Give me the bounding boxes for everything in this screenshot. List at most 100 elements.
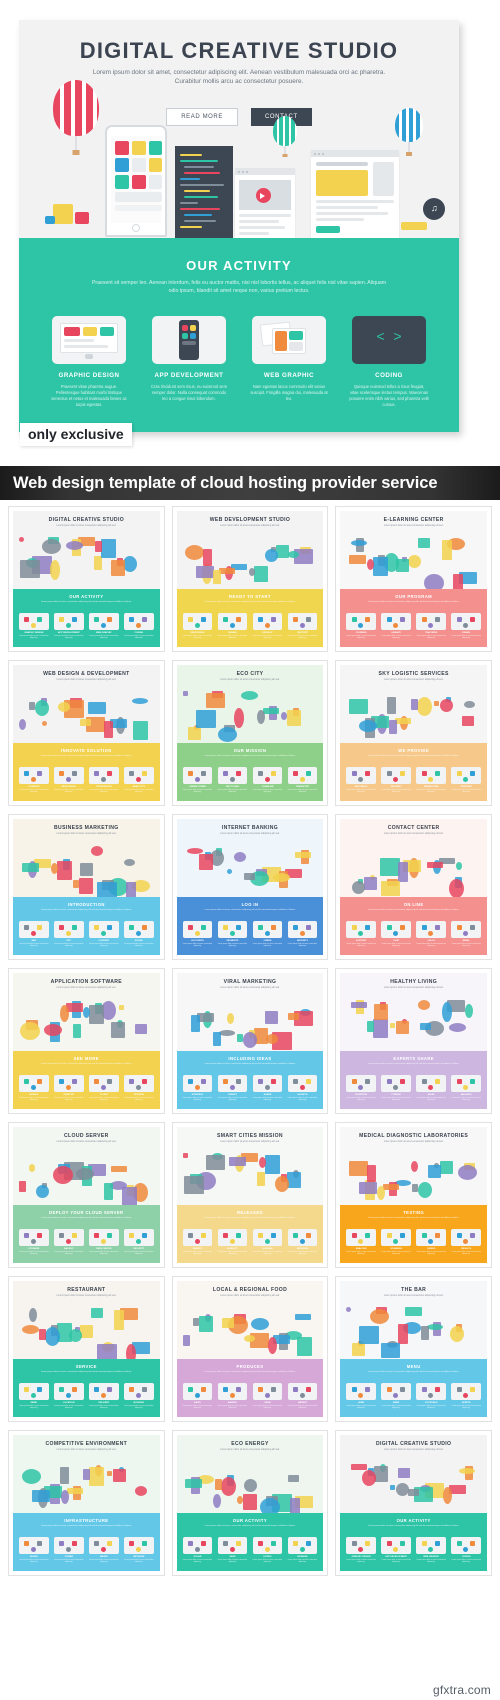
thumbnail-feature-card[interactable]: CARDIO Lorem ipsum dolor sit amet consec… bbox=[416, 1228, 446, 1256]
thumbnail-feature-card[interactable]: SOCIAL Lorem ipsum dolor sit amet consec… bbox=[124, 920, 154, 948]
thumbnail-feature-card[interactable]: FARM Lorem ipsum dolor sit amet consecte… bbox=[252, 1382, 283, 1410]
thumbnail-feature-card[interactable]: CODING Lorem ipsum dolor sit amet consec… bbox=[451, 1536, 481, 1564]
thumbnail-feature-card[interactable]: MENU Lorem ipsum dolor sit amet consecte… bbox=[19, 1382, 49, 1410]
thumbnail-feature-card[interactable]: SPIRITS Lorem ipsum dolor sit amet conse… bbox=[451, 1382, 481, 1410]
thumbnail-feature-card[interactable]: APP DEVELOPMENT Lorem ipsum dolor sit am… bbox=[381, 1536, 411, 1564]
thumbnail-feature-card[interactable]: DATA CENTER Lorem ipsum dolor sit amet c… bbox=[89, 1228, 119, 1256]
thumbnail-feature-card[interactable]: ROADS Lorem ipsum dolor sit amet consect… bbox=[19, 1536, 49, 1564]
template-thumbnail[interactable]: THE BAR Lorem ipsum dolor sit amet conse… bbox=[335, 1276, 492, 1422]
thumbnail-feature-card[interactable]: PAYMENTS Lorem ipsum dolor sit amet cons… bbox=[217, 920, 248, 948]
thumbnail-feature-card[interactable]: ANALYSIS Lorem ipsum dolor sit amet cons… bbox=[346, 1228, 376, 1256]
template-thumbnail[interactable]: ECO ENERGY Lorem ipsum dolor sit amet co… bbox=[171, 1430, 329, 1576]
template-thumbnail[interactable]: E-LEARNING CENTER Lorem ipsum dolor sit … bbox=[335, 506, 492, 652]
thumbnail-feature-card[interactable]: BEER Lorem ipsum dolor sit amet consecte… bbox=[381, 1382, 411, 1410]
thumbnail-feature-card[interactable]: EMAIL Lorem ipsum dolor sit amet consect… bbox=[451, 920, 481, 948]
thumbnail-feature-card[interactable]: DESKTOP Lorem ipsum dolor sit amet conse… bbox=[54, 1074, 84, 1102]
thumbnail-feature-card[interactable]: APP DEVELOPMENT Lorem ipsum dolor sit am… bbox=[54, 612, 84, 640]
template-thumbnail[interactable]: CLOUD SERVER Lorem ipsum dolor sit amet … bbox=[8, 1122, 165, 1268]
template-thumbnail[interactable]: DIGITAL CREATIVE STUDIO Lorem ipsum dolo… bbox=[335, 1430, 492, 1576]
template-thumbnail[interactable]: WEB DESIGN & DEVELOPMENT Lorem ipsum dol… bbox=[8, 660, 165, 806]
thumbnail-feature-card[interactable]: WIND Lorem ipsum dolor sit amet consecte… bbox=[217, 1536, 248, 1564]
read-more-button[interactable]: READ MORE bbox=[166, 108, 238, 126]
thumbnail-feature-card[interactable]: UI DESIGN Lorem ipsum dolor sit amet con… bbox=[19, 766, 49, 794]
thumbnail-feature-card[interactable]: COCKTAILS Lorem ipsum dolor sit amet con… bbox=[416, 1382, 446, 1410]
template-thumbnail[interactable]: DIGITAL CREATIVE STUDIO Lorem ipsum dolo… bbox=[8, 506, 165, 652]
thumbnail-feature-card[interactable]: SEO Lorem ipsum dolor sit amet consectet… bbox=[19, 920, 49, 948]
thumbnail-feature-card[interactable]: RESPONSIVE Lorem ipsum dolor sit amet co… bbox=[54, 766, 84, 794]
thumbnail-feature-card[interactable]: SECURITY Lorem ipsum dolor sit amet cons… bbox=[287, 920, 318, 948]
activity-item-graphic-design[interactable]: GRAPHIC DESIGN Praesent vitae pharetra a… bbox=[43, 316, 135, 408]
thumbnail-feature-card[interactable]: MOBILITY Lorem ipsum dolor sit amet cons… bbox=[217, 1228, 248, 1256]
thumbnail-feature-card[interactable]: HOUSING Lorem ipsum dolor sit amet conse… bbox=[252, 1228, 283, 1256]
thumbnail-feature-card[interactable]: ENERGY Lorem ipsum dolor sit amet consec… bbox=[182, 1228, 213, 1256]
thumbnail-feature-card[interactable]: CODING Lorem ipsum dolor sit amet consec… bbox=[124, 612, 154, 640]
template-thumbnail[interactable]: WEB DEVELOPMENT STUDIO Lorem ipsum dolor… bbox=[171, 506, 329, 652]
thumbnail-feature-card[interactable]: WAREHOUSE Lorem ipsum dolor sit amet con… bbox=[416, 766, 446, 794]
thumbnail-feature-card[interactable]: MARKET Lorem ipsum dolor sit amet consec… bbox=[287, 1382, 318, 1410]
template-thumbnail[interactable]: COMPETITIVE ENVIRONMENT Lorem ipsum dolo… bbox=[8, 1430, 165, 1576]
thumbnail-feature-card[interactable]: NUTRITION Lorem ipsum dolor sit amet con… bbox=[346, 1074, 376, 1102]
thumbnail-feature-card[interactable]: SLEEP Lorem ipsum dolor sit amet consect… bbox=[416, 1074, 446, 1102]
template-thumbnail[interactable]: VIRAL MARKETING Lorem ipsum dolor sit am… bbox=[171, 968, 329, 1114]
thumbnail-feature-card[interactable]: PPC Lorem ipsum dolor sit amet consectet… bbox=[54, 920, 84, 948]
thumbnail-feature-card[interactable]: SECURITY Lorem ipsum dolor sit amet cons… bbox=[124, 1228, 154, 1256]
template-thumbnail[interactable]: BUSINESS MARKETING Lorem ipsum dolor sit… bbox=[8, 814, 165, 960]
thumbnail-feature-card[interactable]: BACKUP Lorem ipsum dolor sit amet consec… bbox=[54, 1228, 84, 1256]
thumbnail-feature-card[interactable]: BALANCE Lorem ipsum dolor sit amet conse… bbox=[451, 1074, 481, 1102]
template-thumbnail[interactable]: ECO CITY Lorem ipsum dolor sit amet cons… bbox=[171, 660, 329, 806]
template-thumbnail[interactable]: HEALTHY LIVING Lorem ipsum dolor sit ame… bbox=[335, 968, 492, 1114]
thumbnail-feature-card[interactable]: WATER Lorem ipsum dolor sit amet consect… bbox=[89, 1536, 119, 1564]
thumbnail-feature-card[interactable]: CONTENT Lorem ipsum dolor sit amet conse… bbox=[89, 920, 119, 948]
thumbnail-feature-card[interactable]: HYDRO Lorem ipsum dolor sit amet consect… bbox=[252, 1536, 283, 1564]
thumbnail-feature-card[interactable]: TEACHERS Lorem ipsum dolor sit amet cons… bbox=[416, 612, 446, 640]
thumbnail-feature-card[interactable]: ANALYTICS Lorem ipsum dolor sit amet con… bbox=[124, 766, 154, 794]
thumbnail-feature-card[interactable]: SUPPORT Lorem ipsum dolor sit amet conse… bbox=[346, 920, 376, 948]
thumbnail-feature-card[interactable]: WINE Lorem ipsum dolor sit amet consecte… bbox=[346, 1382, 376, 1410]
thumbnail-feature-card[interactable]: RECYCLING Lorem ipsum dolor sit amet con… bbox=[217, 766, 248, 794]
thumbnail-feature-card[interactable]: SHARE Lorem ipsum dolor sit amet consect… bbox=[252, 1074, 283, 1102]
thumbnail-feature-card[interactable]: LIBRARY Lorem ipsum dolor sit amet conse… bbox=[381, 612, 411, 640]
thumbnail-feature-card[interactable]: CLOUD Lorem ipsum dolor sit amet consect… bbox=[89, 1074, 119, 1102]
activity-item-web-graphic[interactable]: WEB GRAPHIC Nam egestas lacus commodo el… bbox=[243, 316, 335, 408]
activity-item-coding[interactable]: < > CODING Quisque euismod tellus a risu… bbox=[343, 316, 435, 408]
thumbnail-feature-card[interactable]: ACCOUNTS Lorem ipsum dolor sit amet cons… bbox=[182, 920, 213, 948]
template-thumbnail[interactable]: INTERNET BANKING Lorem ipsum dolor sit a… bbox=[171, 814, 329, 960]
thumbnail-feature-card[interactable]: TARGET Lorem ipsum dolor sit amet consec… bbox=[217, 1074, 248, 1102]
thumbnail-feature-card[interactable]: DELIVERY Lorem ipsum dolor sit amet cons… bbox=[381, 766, 411, 794]
thumbnail-feature-card[interactable]: SCANNING Lorem ipsum dolor sit amet cons… bbox=[381, 1228, 411, 1256]
thumbnail-feature-card[interactable]: AIR CARGO Lorem ipsum dolor sit amet con… bbox=[346, 766, 376, 794]
template-thumbnail[interactable]: LOCAL & REGIONAL FOOD Lorem ipsum dolor … bbox=[171, 1276, 329, 1422]
thumbnail-feature-card[interactable]: DESIGN Lorem ipsum dolor sit amet consec… bbox=[217, 612, 248, 640]
thumbnail-feature-card[interactable]: COURSES Lorem ipsum dolor sit amet conse… bbox=[346, 612, 376, 640]
thumbnail-feature-card[interactable]: CALLS Lorem ipsum dolor sit amet consect… bbox=[416, 920, 446, 948]
thumbnail-feature-card[interactable]: GRAPHIC DESIGN Lorem ipsum dolor sit ame… bbox=[346, 1536, 376, 1564]
thumbnail-feature-card[interactable]: CARDS Lorem ipsum dolor sit amet consect… bbox=[252, 920, 283, 948]
thumbnail-feature-card[interactable]: GRAPHIC DESIGN Lorem ipsum dolor sit ame… bbox=[19, 612, 49, 640]
thumbnail-feature-card[interactable]: BAKERY Lorem ipsum dolor sit amet consec… bbox=[217, 1382, 248, 1410]
template-thumbnail[interactable]: RESTAURANT Lorem ipsum dolor sit amet co… bbox=[8, 1276, 165, 1422]
thumbnail-feature-card[interactable]: FITNESS Lorem ipsum dolor sit amet conse… bbox=[381, 1074, 411, 1102]
template-thumbnail[interactable]: SKY LOGISTIC SERVICES Lorem ipsum dolor … bbox=[335, 660, 492, 806]
thumbnail-feature-card[interactable]: SUPPORT Lorem ipsum dolor sit amet conse… bbox=[287, 612, 318, 640]
thumbnail-feature-card[interactable]: GREEN POWER Lorem ipsum dolor sit amet c… bbox=[182, 766, 213, 794]
thumbnail-feature-card[interactable]: STRATEGY Lorem ipsum dolor sit amet cons… bbox=[182, 1074, 213, 1102]
thumbnail-feature-card[interactable]: STORAGE Lorem ipsum dolor sit amet conse… bbox=[19, 1228, 49, 1256]
thumbnail-feature-card[interactable]: MOBILE Lorem ipsum dolor sit amet consec… bbox=[19, 1074, 49, 1102]
thumbnail-feature-card[interactable]: BOOKING Lorem ipsum dolor sit amet conse… bbox=[124, 1382, 154, 1410]
thumbnail-feature-card[interactable]: DELIVERY Lorem ipsum dolor sit amet cons… bbox=[89, 1382, 119, 1410]
template-thumbnail[interactable]: CONTACT CENTER Lorem ipsum dolor sit ame… bbox=[335, 814, 492, 960]
template-thumbnail[interactable]: APPLICATION SOFTWARE Lorem ipsum dolor s… bbox=[8, 968, 165, 1114]
template-thumbnail[interactable]: SMART CITIES MISSION Lorem ipsum dolor s… bbox=[171, 1122, 329, 1268]
thumbnail-feature-card[interactable]: TRACKING Lorem ipsum dolor sit amet cons… bbox=[451, 766, 481, 794]
thumbnail-feature-card[interactable]: NETWORK Lorem ipsum dolor sit amet conse… bbox=[124, 1536, 154, 1564]
template-thumbnail[interactable]: MEDICAL DIAGNOSTIC LABORATORIES Lorem ip… bbox=[335, 1122, 492, 1268]
thumbnail-feature-card[interactable]: BIOMASS Lorem ipsum dolor sit amet conse… bbox=[287, 1536, 318, 1564]
thumbnail-feature-card[interactable]: EXAMS Lorem ipsum dolor sit amet consect… bbox=[451, 612, 481, 640]
thumbnail-feature-card[interactable]: SOLAR Lorem ipsum dolor sit amet consect… bbox=[182, 1536, 213, 1564]
thumbnail-feature-card[interactable]: NETWORK Lorem ipsum dolor sit amet conse… bbox=[287, 1228, 318, 1256]
thumbnail-feature-card[interactable]: LOCATION Lorem ipsum dolor sit amet cons… bbox=[54, 1382, 84, 1410]
thumbnail-feature-card[interactable]: RESULTS Lorem ipsum dolor sit amet conse… bbox=[451, 1228, 481, 1256]
thumbnail-feature-card[interactable]: TRANSPORT Lorem ipsum dolor sit amet con… bbox=[287, 766, 318, 794]
thumbnail-feature-card[interactable]: RESPONSIVE Lorem ipsum dolor sit amet co… bbox=[182, 612, 213, 640]
thumbnail-feature-card[interactable]: POWER Lorem ipsum dolor sit amet consect… bbox=[54, 1536, 84, 1564]
